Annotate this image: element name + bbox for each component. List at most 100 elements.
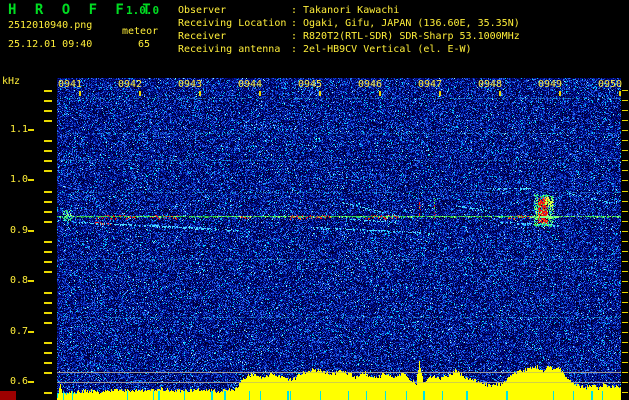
right-tick-mark — [622, 140, 628, 141]
time-tick-label: 0945 — [298, 79, 323, 90]
freq-tick-label: 0.9 — [9, 225, 28, 236]
time-tick-mark — [379, 91, 381, 96]
observation-datetime: 25.12.01 09:40 — [8, 39, 93, 50]
right-tick-mark — [622, 201, 628, 202]
freq-major-tick-mark — [28, 280, 34, 282]
freq-minor-tick-mark — [44, 201, 52, 203]
receiving-location-label: Receiving Location — [178, 18, 287, 29]
time-tick-label: 0944 — [238, 79, 263, 90]
freq-minor-tick-mark — [44, 90, 52, 92]
freq-minor-tick-mark — [44, 261, 52, 263]
freq-minor-tick-mark — [44, 120, 52, 122]
right-tick-mark — [622, 191, 628, 192]
time-tick-label: 0942 — [118, 79, 143, 90]
mode-label: meteor — [122, 26, 159, 37]
freq-minor-tick-mark — [44, 372, 52, 374]
right-tick-mark — [622, 382, 628, 383]
time-tick-mark — [259, 91, 261, 96]
time-tick-label: 0950 — [598, 79, 623, 90]
freq-minor-tick-mark — [44, 322, 52, 324]
right-tick-mark — [622, 170, 628, 171]
freq-major-tick-mark — [28, 129, 34, 131]
freq-minor-tick-mark — [44, 312, 52, 314]
time-tick-mark — [559, 91, 561, 96]
freq-minor-tick-mark — [44, 140, 52, 142]
right-tick-mark — [622, 90, 628, 91]
colon: : — [291, 44, 298, 55]
time-tick-mark — [439, 91, 441, 96]
freq-major-tick-mark — [28, 331, 34, 333]
freq-minor-tick-mark — [44, 271, 52, 273]
freq-tick-label: 0.7 — [9, 326, 28, 337]
right-tick-mark — [622, 100, 628, 101]
freq-tick-label: 1.1 — [9, 124, 28, 135]
echo-count: 65 — [138, 39, 151, 50]
right-tick-mark — [622, 241, 628, 242]
freq-minor-tick-mark — [44, 292, 52, 294]
freq-minor-tick-mark — [44, 241, 52, 243]
right-tick-mark — [622, 211, 628, 212]
spectrogram-canvas — [57, 78, 621, 400]
version-label: 1.0.0 — [126, 4, 160, 17]
colon: : — [291, 31, 298, 42]
right-tick-mark — [622, 261, 628, 262]
time-tick-label: 0943 — [178, 79, 203, 90]
filename-label: 2512010940.png — [8, 20, 93, 31]
right-tick-mark — [622, 281, 628, 282]
freq-minor-tick-mark — [44, 302, 52, 304]
freq-minor-tick-mark — [44, 221, 52, 223]
freq-minor-tick-mark — [44, 170, 52, 172]
right-tick-mark — [622, 342, 628, 343]
freq-minor-tick-mark — [44, 100, 52, 102]
right-tick-mark — [622, 292, 628, 293]
freq-minor-tick-mark — [44, 362, 52, 364]
right-tick-mark — [622, 332, 628, 333]
receiver-label: Receiver — [178, 31, 227, 42]
right-tick-mark — [622, 302, 628, 303]
colon: : — [291, 5, 298, 16]
right-tick-mark — [622, 322, 628, 323]
right-tick-mark — [622, 180, 628, 181]
corner-marker — [0, 391, 16, 400]
freq-minor-tick-mark — [44, 251, 52, 253]
receiving-antenna-label: Receiving antenna — [178, 44, 281, 55]
freq-minor-tick-mark — [44, 110, 52, 112]
freq-minor-tick-mark — [44, 211, 52, 213]
time-tick-label: 0946 — [358, 79, 383, 90]
time-tick-mark — [499, 91, 501, 96]
right-tick-mark — [622, 352, 628, 353]
right-tick-mark — [622, 231, 628, 232]
observer-label: Observer — [178, 5, 227, 16]
time-tick-mark — [139, 91, 141, 96]
freq-tick-label: 0.6 — [9, 376, 28, 387]
freq-minor-tick-mark — [44, 150, 52, 152]
freq-minor-tick-mark — [44, 160, 52, 162]
receiver-value: R820T2(RTL-SDR) SDR-Sharp 53.1000MHz — [303, 31, 520, 42]
colon: : — [291, 18, 298, 29]
freq-tick-label: 1.0 — [9, 174, 28, 185]
time-tick-label: 0948 — [478, 79, 503, 90]
time-tick-label: 0947 — [418, 79, 443, 90]
freq-minor-tick-mark — [44, 352, 52, 354]
time-tick-label: 0949 — [538, 79, 563, 90]
hrofft-app: H R O F F T 1.0.0 2512010940.png meteor … — [0, 0, 629, 400]
time-tick-mark — [619, 91, 621, 96]
y-axis-unit-label: kHz — [2, 76, 21, 87]
right-tick-mark — [622, 150, 628, 151]
right-tick-mark — [622, 372, 628, 373]
freq-minor-tick-mark — [44, 342, 52, 344]
receiving-location-value: Ogaki, Gifu, JAPAN (136.60E, 35.35N) — [303, 18, 520, 29]
freq-major-tick-mark — [28, 381, 34, 383]
freq-minor-tick-mark — [44, 392, 52, 394]
freq-major-tick-mark — [28, 230, 34, 232]
freq-major-tick-mark — [28, 179, 34, 181]
right-tick-mark — [622, 312, 628, 313]
right-tick-mark — [622, 110, 628, 111]
receiving-antenna-value: 2el-HB9CV Vertical (el. E-W) — [303, 44, 472, 55]
freq-tick-label: 0.8 — [9, 275, 28, 286]
right-tick-mark — [622, 130, 628, 131]
time-tick-mark — [79, 91, 81, 96]
time-tick-label: 0941 — [58, 79, 83, 90]
time-tick-mark — [319, 91, 321, 96]
right-tick-mark — [622, 160, 628, 161]
